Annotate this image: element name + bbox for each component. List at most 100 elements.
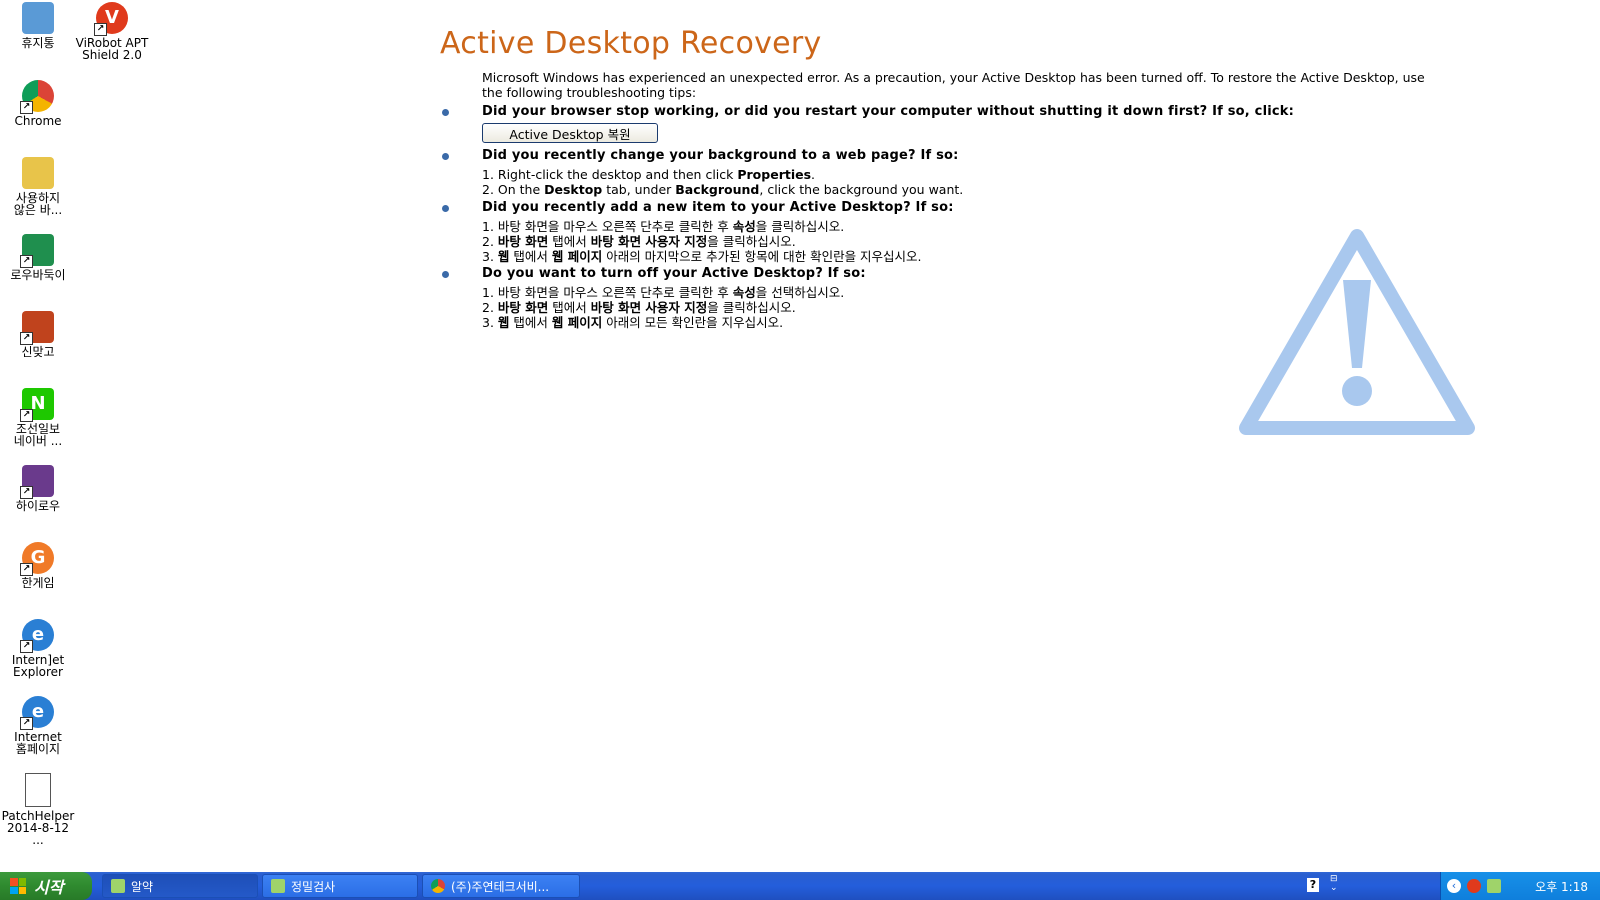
desktop-icon[interactable]: G ↗ 한게임 bbox=[0, 542, 76, 589]
desktop-icon[interactable]: e ↗ Internet 홈페이지 bbox=[0, 696, 76, 755]
taskbar: 시작 알약 정밀검사 (주)주연테크서비... ? ⊟ ⌄ ‹ 오후 1:18 bbox=[0, 872, 1600, 900]
desktop-icon[interactable]: 사용하지 않은 바... bbox=[0, 157, 76, 216]
bullet-icon bbox=[442, 205, 449, 212]
hangame-icon: G ↗ bbox=[20, 542, 54, 576]
taskbar-button-alyac[interactable]: 알약 bbox=[102, 874, 258, 898]
alyac-tray-icon[interactable] bbox=[1487, 879, 1501, 893]
desktop-icon[interactable]: PatchHelper 2014-8-12 ... bbox=[0, 773, 76, 846]
step-text: 탭에서 bbox=[509, 249, 552, 264]
desktop-icon-label: 하이로우 bbox=[15, 499, 61, 513]
step-emphasis: 바탕 화면 사용자 지정 bbox=[590, 234, 708, 249]
start-button[interactable]: 시작 bbox=[0, 872, 92, 900]
step-emphasis: 웹 bbox=[497, 315, 510, 330]
shortcut-arrow-icon: ↗ bbox=[20, 486, 33, 499]
sinmatgo-icon: ↗ bbox=[20, 311, 54, 345]
shortcut-arrow-icon: ↗ bbox=[94, 23, 107, 36]
step-emphasis: 바탕 화면 bbox=[497, 234, 549, 249]
step-text: 을 클릭하십시오. bbox=[707, 300, 796, 315]
shortcut-arrow-icon: ↗ bbox=[20, 101, 33, 114]
shortcut-arrow-icon: ↗ bbox=[20, 332, 33, 345]
bullet-icon bbox=[442, 109, 449, 116]
step-text: 3. bbox=[482, 249, 498, 264]
desktop-icon[interactable]: ↗ 신맞고 bbox=[0, 311, 76, 358]
step-emphasis: 웹 페이지 bbox=[551, 315, 603, 330]
tip-3-steps: 1. 바탕 화면을 마우스 오른쪽 단추로 클릭한 후 속성을 클릭하십시오. 2… bbox=[482, 219, 922, 264]
step-text: 1. 바탕 화면을 마우스 오른쪽 단추로 클릭한 후 bbox=[482, 285, 733, 300]
desktop-icon-label: 로우바둑이 bbox=[10, 268, 66, 282]
shortcut-arrow-icon: ↗ bbox=[20, 563, 33, 576]
language-bar-icon[interactable]: ⊟ ⌄ bbox=[1330, 875, 1338, 893]
step-emphasis: 웹 페이지 bbox=[551, 249, 603, 264]
step-text: 탭에서 bbox=[548, 234, 591, 249]
desktop-icon[interactable]: N ↗ 조선일보 네이버 ... bbox=[0, 388, 76, 447]
clock[interactable]: 오후 1:18 bbox=[1535, 878, 1588, 895]
tip-question: Did you recently add a new item to your … bbox=[482, 200, 954, 215]
desktop-icon[interactable]: V ↗ ViRobot APT Shield 2.0 bbox=[74, 2, 150, 61]
desktop-icon[interactable]: ↗ 하이로우 bbox=[0, 465, 76, 512]
shortcut-arrow-icon: ↗ bbox=[20, 717, 33, 730]
alyac-scan-icon bbox=[271, 879, 285, 893]
step-line: 3. 웹 탭에서 웹 페이지 아래의 마지막으로 추가된 항목에 대한 확인란을… bbox=[482, 249, 922, 264]
desktop-icon[interactable]: e ↗ Intern]et Explorer bbox=[0, 619, 76, 678]
step-text: 2. bbox=[482, 300, 498, 315]
step-text: 아래의 모든 확인란을 지우십시오. bbox=[602, 315, 784, 330]
step-emphasis: Properties bbox=[737, 167, 812, 182]
step-text: 3. bbox=[482, 315, 498, 330]
step-text: tab, under bbox=[602, 182, 676, 197]
desktop-icon[interactable]: ↗ Chrome bbox=[0, 80, 76, 127]
naver-icon: N ↗ bbox=[20, 388, 54, 422]
desktop-icon-label: Chrome bbox=[14, 114, 62, 128]
lowbadugi-icon: ↗ bbox=[20, 234, 54, 268]
internet-explorer-icon: e ↗ bbox=[20, 619, 54, 653]
step-line: 2. 바탕 화면 탭에서 바탕 화면 사용자 지정을 클릭하십시오. bbox=[482, 234, 922, 249]
system-tray: ‹ 오후 1:18 bbox=[1440, 872, 1600, 900]
step-text: 탭에서 bbox=[509, 315, 552, 330]
step-text: , click the background you want. bbox=[759, 182, 964, 197]
step-emphasis: Background bbox=[675, 182, 760, 197]
desktop-icon-label: 2014-8-12 ... bbox=[6, 821, 70, 847]
alyac-icon bbox=[111, 879, 125, 893]
taskbar-button-scan[interactable]: 정밀검사 bbox=[262, 874, 418, 898]
bullet-icon bbox=[442, 271, 449, 278]
step-text: 아래의 마지막으로 추가된 항목에 대한 확인란을 지우십시오. bbox=[602, 249, 922, 264]
start-label: 시작 bbox=[34, 878, 64, 897]
desktop-icon-label: Shield 2.0 bbox=[82, 48, 142, 62]
tray-expand-icon[interactable]: ‹ bbox=[1447, 879, 1461, 893]
folder-icon bbox=[22, 157, 54, 189]
step-text: 1. 바탕 화면을 마우스 오른쪽 단추로 클릭한 후 bbox=[482, 219, 733, 234]
desktop-icon[interactable]: 휴지통 bbox=[0, 2, 76, 49]
task-label: 정밀검사 bbox=[291, 879, 336, 894]
step-emphasis: 바탕 화면 사용자 지정 bbox=[590, 300, 708, 315]
chrome-icon: ↗ bbox=[20, 80, 54, 114]
bullet-icon bbox=[442, 153, 449, 160]
tip-4-steps: 1. 바탕 화면을 마우스 오른쪽 단추로 클릭한 후 속성을 선택하십시오. 2… bbox=[482, 285, 844, 330]
tip-question: Did you recently change your background … bbox=[482, 148, 959, 163]
shortcut-arrow-icon: ↗ bbox=[20, 409, 33, 422]
step-text: 2. On the bbox=[482, 182, 545, 197]
virobot-tray-icon[interactable] bbox=[1467, 879, 1481, 893]
warning-triangle-icon bbox=[1239, 229, 1475, 435]
desktop-icon-label: 않은 바... bbox=[13, 203, 63, 217]
recycle-bin-icon bbox=[22, 2, 54, 34]
intro-text: Microsoft Windows has experienced an une… bbox=[482, 70, 1425, 100]
step-text: 을 선택하십시오. bbox=[755, 285, 845, 300]
page-title: Active Desktop Recovery bbox=[440, 26, 822, 61]
step-text: 1. Right-click the desktop and then clic… bbox=[482, 167, 738, 182]
restore-active-desktop-button[interactable]: Active Desktop 복원 bbox=[482, 123, 658, 143]
taskbar-button-chrome[interactable]: (주)주연테크서비... bbox=[422, 874, 580, 898]
step-line: 1. 바탕 화면을 마우스 오른쪽 단추로 클릭한 후 속성을 클릭하십시오. bbox=[482, 219, 922, 234]
tip-2-steps: 1. Right-click the desktop and then clic… bbox=[482, 167, 963, 197]
tip-question: Did your browser stop working, or did yo… bbox=[482, 104, 1295, 119]
step-text: . bbox=[811, 167, 816, 182]
task-label: (주)주연테크서비... bbox=[451, 879, 550, 894]
help-icon[interactable]: ? bbox=[1307, 878, 1319, 892]
desktop-icon[interactable]: ↗ 로우바둑이 bbox=[0, 234, 76, 281]
step-emphasis: 속성 bbox=[732, 285, 756, 300]
step-text: 을 클릭하십시오. bbox=[755, 219, 845, 234]
task-label: 알약 bbox=[131, 879, 154, 894]
hilow-icon: ↗ bbox=[20, 465, 54, 499]
desktop-icon-label: 한게임 bbox=[21, 576, 55, 590]
desktop-icon-label: 네이버 ... bbox=[13, 434, 63, 448]
shortcut-arrow-icon: ↗ bbox=[20, 640, 33, 653]
step-emphasis: Desktop bbox=[544, 182, 603, 197]
